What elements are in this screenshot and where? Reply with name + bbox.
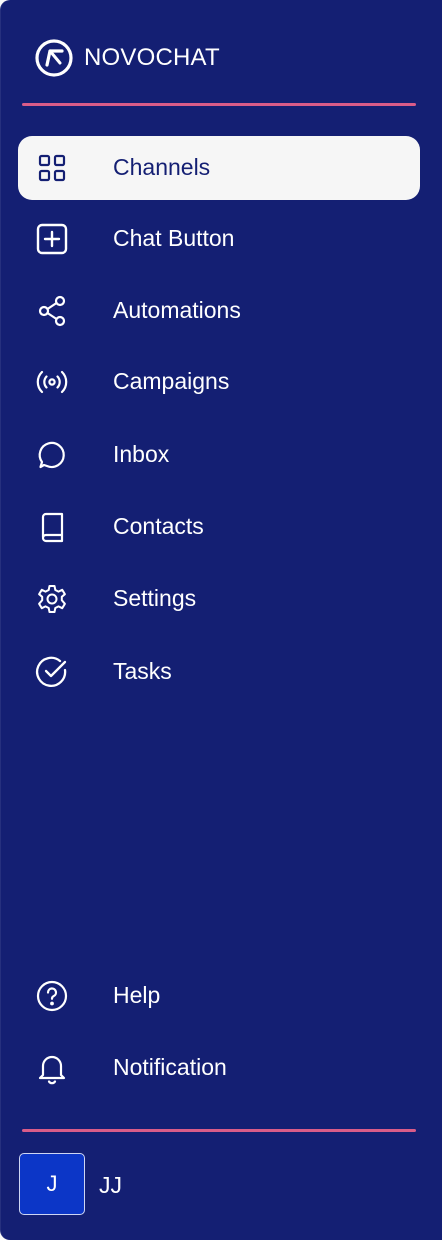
nav-item-label: Inbox (113, 441, 170, 467)
sidebar: NOVOCHAT Channels Chat Button Automation… (0, 0, 442, 1240)
nav-item-label: Help (113, 982, 161, 1008)
nav-item-label: Automations (113, 297, 241, 323)
broadcast-icon (35, 365, 69, 399)
nav-item-automations[interactable]: Automations (18, 279, 420, 343)
plus-square-icon (35, 222, 69, 256)
bell-icon (35, 1051, 69, 1085)
brand-logo[interactable]: NOVOCHAT (34, 36, 220, 80)
nav-item-label: Chat Button (113, 225, 235, 251)
nav-item-inbox[interactable]: Inbox (18, 423, 420, 487)
nav-item-campaigns[interactable]: Campaigns (18, 350, 420, 414)
footer-divider (22, 1129, 416, 1132)
profile-name[interactable]: JJ (99, 1171, 122, 1199)
nav-item-contacts[interactable]: Contacts (18, 495, 420, 559)
chat-bubble-icon (35, 438, 69, 472)
novochat-logo-icon (35, 39, 73, 77)
nav-item-notification[interactable]: Notification (18, 1036, 420, 1100)
nav-item-help[interactable]: Help (18, 964, 420, 1028)
grid-icon (35, 151, 69, 185)
avatar[interactable]: J (19, 1153, 85, 1215)
nav-item-settings[interactable]: Settings (18, 567, 420, 631)
nav-item-label: Tasks (113, 658, 172, 684)
nav-item-label: Notification (113, 1054, 227, 1080)
nav-item-label: Contacts (113, 513, 204, 539)
check-circle-icon (35, 655, 69, 689)
app-window: NOVOCHAT Channels Chat Button Automation… (0, 0, 442, 1240)
nav-item-channels[interactable]: Channels (18, 136, 420, 200)
header-divider (22, 103, 416, 106)
brand-name: NOVOCHAT (84, 44, 220, 71)
gear-icon (35, 582, 69, 616)
nav-item-label: Settings (113, 585, 197, 611)
nav-item-chat-button[interactable]: Chat Button (18, 207, 420, 271)
nav-item-label: Channels (113, 154, 211, 180)
help-circle-icon (35, 979, 69, 1013)
book-icon (35, 510, 69, 544)
nav-item-label: Campaigns (113, 368, 230, 394)
nav-item-tasks[interactable]: Tasks (18, 640, 420, 704)
share-icon (35, 294, 69, 328)
